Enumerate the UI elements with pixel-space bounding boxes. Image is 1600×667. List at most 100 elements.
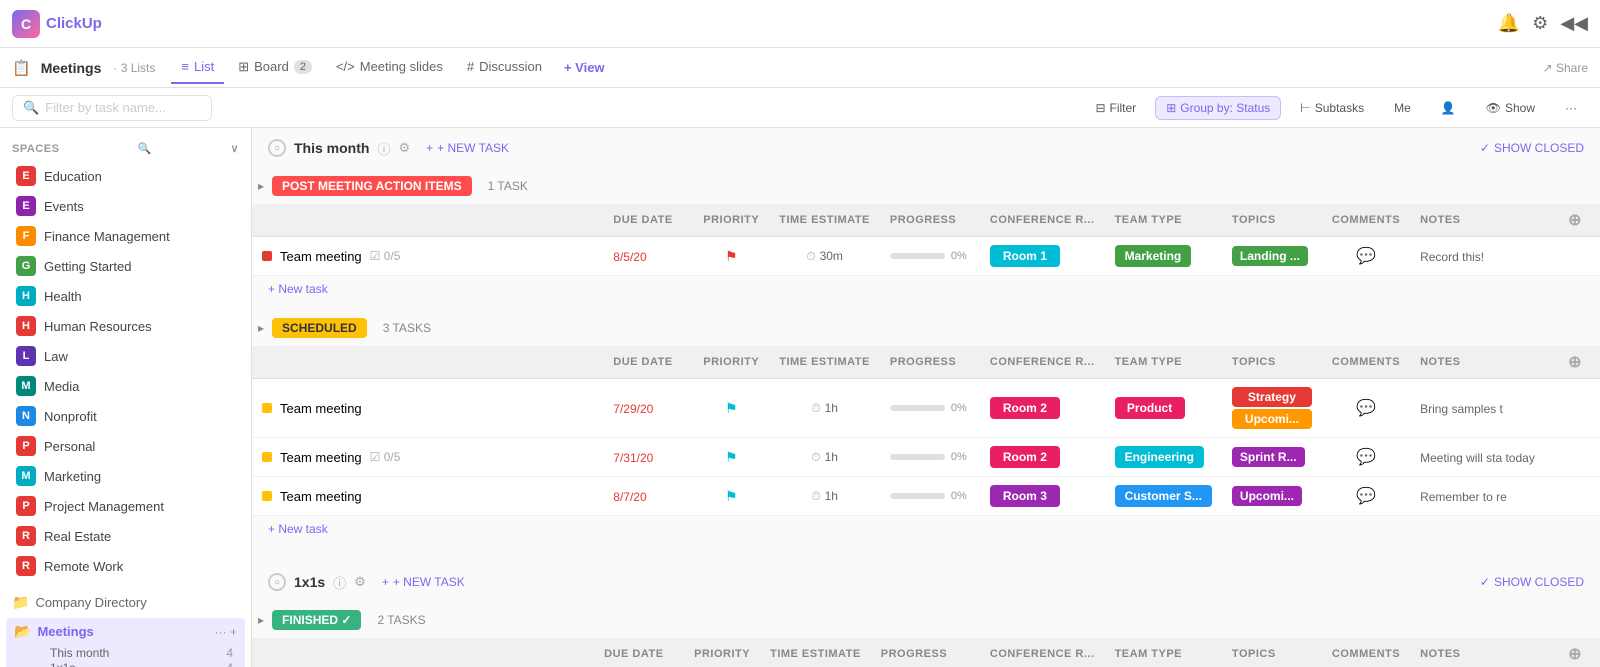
- tab-list[interactable]: ≡ List: [171, 51, 224, 84]
- priority-flag-1[interactable]: ⚑: [725, 248, 738, 264]
- me-button[interactable]: Me: [1383, 96, 1422, 120]
- tab-discussion[interactable]: # Discussion: [457, 51, 552, 84]
- sched-conf-badge-1[interactable]: Room 2: [990, 397, 1060, 419]
- sched-checkbox-2[interactable]: ☑ 0/5: [370, 450, 401, 464]
- subtasks-button[interactable]: ⊢ Subtasks: [1289, 96, 1375, 120]
- spaces-label: SPACES: [12, 143, 59, 155]
- sched-topic-1a[interactable]: Strategy: [1232, 387, 1312, 407]
- more-button[interactable]: ···: [1554, 96, 1588, 120]
- new-task-inline-sched[interactable]: + New task: [252, 516, 1600, 542]
- topbar-icons: 🔔 ⚙ ◀◀: [1498, 13, 1588, 34]
- col-header-add-2[interactable]: ⊕: [1550, 346, 1600, 379]
- sidebar-item-personal[interactable]: P Personal: [0, 431, 251, 461]
- this-month-new-task[interactable]: + + NEW TASK: [418, 138, 517, 158]
- meetings-actions[interactable]: ··· +: [215, 625, 237, 639]
- 1x1s-new-task[interactable]: + + NEW TASK: [374, 572, 473, 592]
- post-meeting-toggle-icon[interactable]: ▸: [258, 179, 264, 193]
- sidebar-item-getting-started[interactable]: G Getting Started: [0, 251, 251, 281]
- search-box[interactable]: 🔍 Filter by task name...: [12, 95, 212, 121]
- tab-meeting-slides[interactable]: </> Meeting slides: [326, 51, 453, 84]
- team-badge-1[interactable]: Marketing: [1115, 245, 1192, 267]
- conf-badge-1[interactable]: Room 1: [990, 245, 1060, 267]
- sched-comment-2[interactable]: 💬: [1356, 449, 1376, 466]
- sched-topics-wrap-1: Strategy Upcomi...: [1232, 387, 1312, 429]
- post-meeting-badge[interactable]: POST MEETING ACTION ITEMS: [272, 176, 472, 196]
- sched-comment-3[interactable]: 💬: [1356, 488, 1376, 505]
- sched-topic-1b[interactable]: Upcomi...: [1232, 409, 1312, 429]
- sidebar-item-real-estate[interactable]: R Real Estate: [0, 521, 251, 551]
- sched-conf-badge-2[interactable]: Room 2: [990, 446, 1060, 468]
- sidebar-item-finance[interactable]: F Finance Management: [0, 221, 251, 251]
- task-checkbox-1[interactable]: ☑ 0/5: [370, 249, 401, 263]
- add-col-icon-3[interactable]: ⊕: [1560, 646, 1590, 663]
- notification-icon[interactable]: 🔔: [1498, 13, 1520, 34]
- sidebar-sub-this-month[interactable]: This month 4: [6, 646, 245, 660]
- this-month-label: This month: [50, 646, 109, 660]
- this-month-show-closed[interactable]: ✓ SHOW CLOSED: [1480, 141, 1584, 155]
- sidebar-folder-company[interactable]: 📁 Company Directory: [0, 589, 251, 616]
- new-task-label: + NEW TASK: [437, 141, 509, 155]
- sched-team-badge-1[interactable]: Product: [1115, 397, 1185, 419]
- sidebar-item-project-management[interactable]: P Project Management: [0, 491, 251, 521]
- sched-team-badge-3[interactable]: Customer S...: [1115, 485, 1212, 507]
- 1x1s-settings[interactable]: ⚙: [354, 574, 366, 590]
- sidebar-item-health[interactable]: H Health: [0, 281, 251, 311]
- sidebar-sub-1x1s[interactable]: 1x1s 4: [6, 661, 245, 667]
- tab-board-label: Board: [254, 59, 289, 74]
- scheduled-badge[interactable]: SCHEDULED: [272, 318, 367, 338]
- this-month-toggle[interactable]: ○: [268, 139, 286, 157]
- sidebar-item-media[interactable]: M Media: [0, 371, 251, 401]
- sched-team-badge-2[interactable]: Engineering: [1115, 446, 1204, 468]
- sidebar-item-marketing[interactable]: M Marketing: [0, 461, 251, 491]
- sched-comment-1[interactable]: 💬: [1356, 400, 1376, 417]
- logo[interactable]: C ClickUp: [12, 10, 102, 38]
- search-spaces-icon[interactable]: 🔍: [138, 142, 152, 155]
- show-button[interactable]: 👁 Show: [1475, 96, 1546, 120]
- sched-topic-2[interactable]: Sprint R...: [1232, 447, 1305, 467]
- add-col-icon-2[interactable]: ⊕: [1560, 354, 1590, 371]
- sidebar-item-nonprofit[interactable]: N Nonprofit: [0, 401, 251, 431]
- sidebar-item-remote-work[interactable]: R Remote Work: [0, 551, 251, 581]
- sched-label-2[interactable]: Team meeting: [280, 450, 362, 465]
- assignees-button[interactable]: 👤: [1430, 96, 1467, 120]
- new-task-inline-1[interactable]: + New task: [252, 276, 1600, 302]
- col-header-add-1[interactable]: ⊕: [1550, 204, 1600, 237]
- topic-badge-1[interactable]: Landing ...: [1232, 246, 1308, 266]
- sched-flag-3[interactable]: ⚑: [725, 488, 738, 504]
- tab-board[interactable]: ⊞ Board 2: [228, 51, 322, 85]
- 1x1s-toggle[interactable]: ○: [268, 573, 286, 591]
- sidebar-item-education[interactable]: E Education: [0, 161, 251, 191]
- sched-topic-3[interactable]: Upcomi...: [1232, 486, 1302, 506]
- sched-flag-2[interactable]: ⚑: [725, 449, 738, 465]
- 1x1s-info[interactable]: ⓘ: [333, 573, 346, 592]
- sched-flag-1[interactable]: ⚑: [725, 400, 738, 416]
- task-dot-1: [262, 251, 272, 261]
- this-month-info[interactable]: ⓘ: [377, 139, 390, 158]
- sched-label-3[interactable]: Team meeting: [280, 489, 362, 504]
- sidebar-item-hr[interactable]: H Human Resources: [0, 311, 251, 341]
- scheduled-toggle-icon[interactable]: ▸: [258, 321, 264, 335]
- sched-comments-1: 💬: [1322, 379, 1410, 438]
- task-label-1[interactable]: Team meeting: [280, 249, 362, 264]
- sidebar-item-law[interactable]: L Law: [0, 341, 251, 371]
- settings-icon[interactable]: ⚙: [1532, 13, 1548, 34]
- sched-team-3: Customer S...: [1105, 477, 1222, 516]
- collapse-icon[interactable]: ◀◀: [1560, 13, 1588, 34]
- sidebar-folder-meetings[interactable]: 📂 Meetings ··· +: [6, 618, 245, 645]
- sidebar-item-events[interactable]: E Events: [0, 191, 251, 221]
- share-button[interactable]: ↗ Share: [1543, 61, 1588, 75]
- sched-label-1[interactable]: Team meeting: [280, 401, 362, 416]
- expand-icon[interactable]: ∨: [230, 142, 239, 155]
- add-view-button[interactable]: + View: [556, 56, 613, 79]
- finished-toggle-icon[interactable]: ▸: [258, 613, 264, 627]
- col-header-add-3[interactable]: ⊕: [1550, 638, 1600, 667]
- this-month-settings[interactable]: ⚙: [398, 140, 410, 156]
- finished-badge[interactable]: FINISHED ✓: [272, 610, 361, 630]
- sched-conf-badge-3[interactable]: Room 3: [990, 485, 1060, 507]
- sched-conf-2: Room 2: [980, 438, 1105, 477]
- group-by-button[interactable]: ⊞ Group by: Status: [1155, 96, 1281, 120]
- add-col-icon-1[interactable]: ⊕: [1560, 212, 1590, 229]
- 1x1s-show-closed[interactable]: ✓ SHOW CLOSED: [1480, 575, 1584, 589]
- comment-icon-1[interactable]: 💬: [1356, 248, 1376, 265]
- filter-button[interactable]: ⊟ Filter: [1084, 96, 1147, 120]
